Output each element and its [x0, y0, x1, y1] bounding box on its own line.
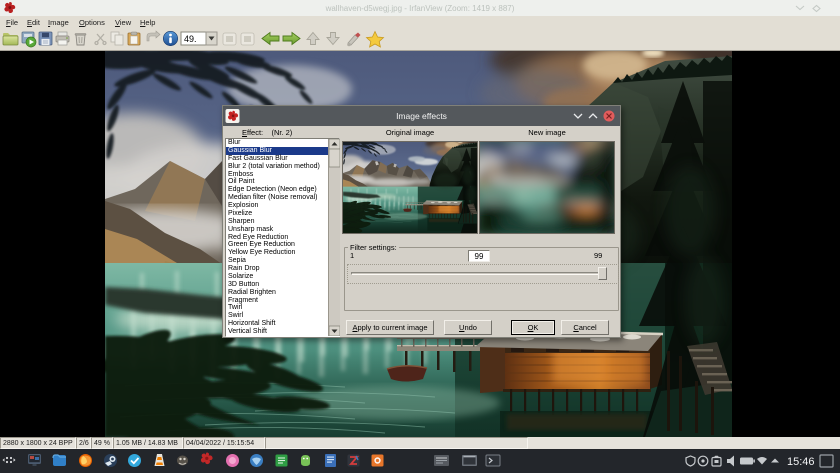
svg-text:15:46: 15:46 [787, 456, 815, 468]
svg-text:49.: 49. [184, 34, 197, 44]
